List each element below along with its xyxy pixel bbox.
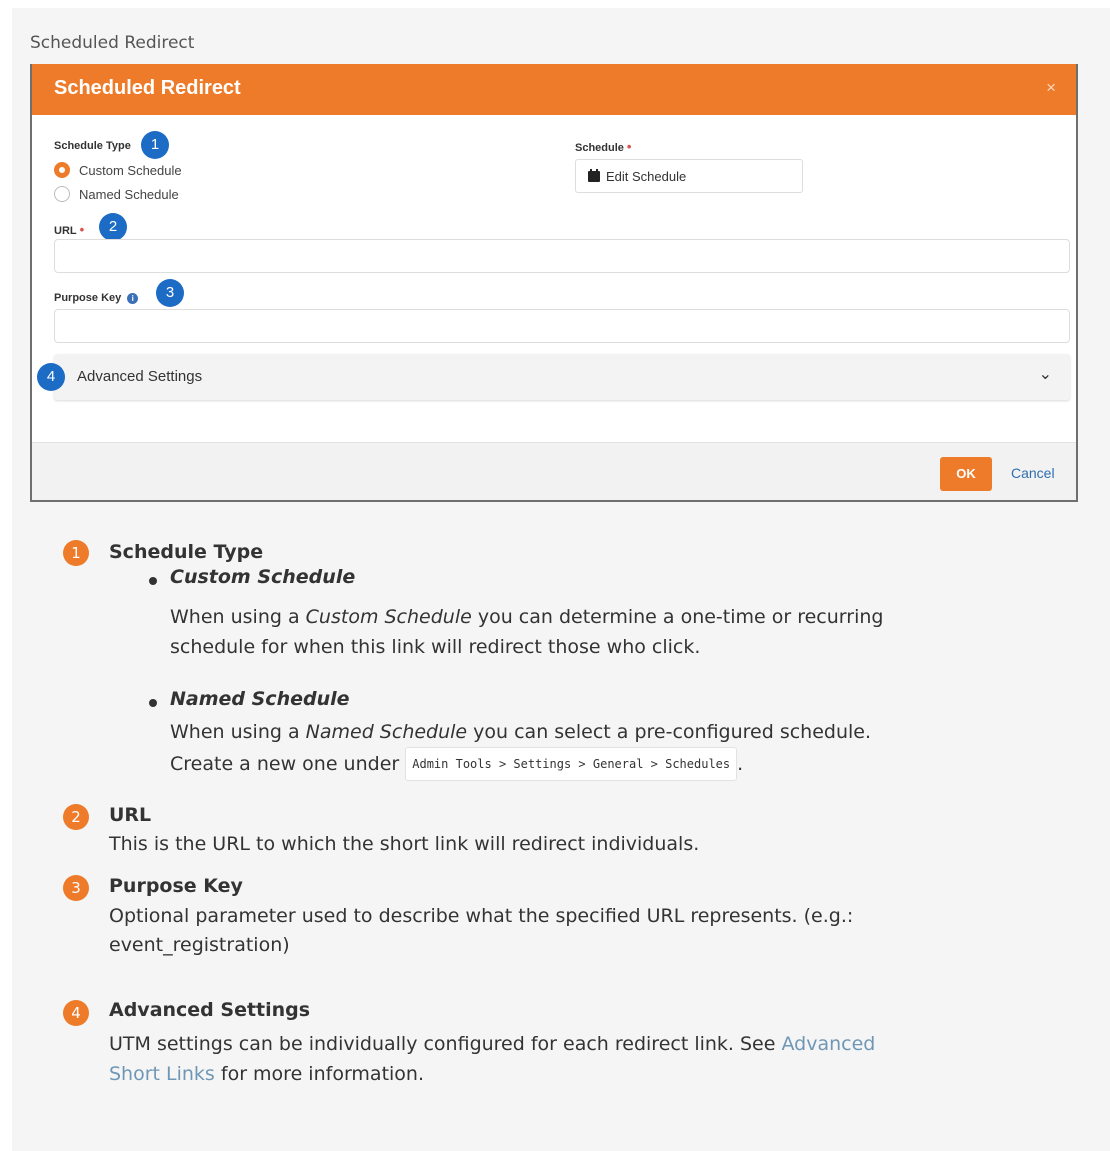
radio-checked-icon[interactable] [54, 162, 70, 178]
note-title-url: URL [109, 804, 152, 826]
bullet-title-named-schedule: Named Schedule [170, 688, 350, 710]
callout-2: 2 [99, 213, 127, 241]
named-schedule-line-2: Create a new one under Admin Tools > Set… [170, 747, 743, 781]
advanced-short-links-link[interactable]: Advanced [781, 1033, 875, 1055]
modal-title: Scheduled Redirect [54, 77, 241, 99]
modal-footer: OK Cancel [32, 442, 1076, 500]
url-description: This is the URL to which the short link … [109, 833, 700, 855]
url-label: URL • [54, 222, 85, 237]
radio-unchecked-icon[interactable] [54, 186, 70, 202]
radio-named-schedule-label: Named Schedule [79, 186, 179, 202]
named-schedule-line-1: When using a Named Schedule you can sele… [170, 721, 872, 743]
purpose-key-label: Purpose Key i [54, 292, 139, 304]
note-badge-2: 2 [63, 804, 89, 830]
purpose-key-description-line-2: event_registration) [109, 934, 290, 956]
callout-3: 3 [156, 279, 184, 307]
edit-schedule-button[interactable]: Edit Schedule [575, 159, 803, 193]
calendar-icon [588, 168, 600, 182]
callout-4: 4 [37, 363, 65, 391]
ok-button[interactable]: OK [940, 457, 992, 491]
advanced-short-links-link-cont[interactable]: Short Links [109, 1063, 215, 1085]
close-icon[interactable]: × [1046, 78, 1056, 98]
custom-schedule-line-2: schedule for when this link will redirec… [170, 636, 701, 658]
admin-path-code: Admin Tools > Settings > General > Sched… [405, 747, 738, 781]
purpose-key-description-line-1: Optional parameter used to describe what… [109, 905, 854, 927]
radio-custom-schedule-label: Custom Schedule [79, 162, 182, 178]
bullet-title-custom-schedule: Custom Schedule [170, 566, 356, 588]
required-indicator: • [626, 139, 632, 154]
cancel-link[interactable]: Cancel [1011, 465, 1055, 481]
edit-schedule-label: Edit Schedule [606, 168, 687, 184]
radio-named-schedule[interactable]: Named Schedule [54, 184, 179, 204]
advanced-description-line-1: UTM settings can be individually configu… [109, 1033, 876, 1055]
note-title-purpose-key: Purpose Key [109, 875, 243, 897]
radio-custom-schedule[interactable]: Custom Schedule [54, 160, 182, 180]
note-badge-3: 3 [63, 875, 89, 901]
callout-1: 1 [141, 131, 169, 159]
url-input[interactable] [54, 239, 1070, 273]
modal-header: Scheduled Redirect × [32, 64, 1076, 115]
required-indicator: • [79, 222, 85, 237]
advanced-settings-label: Advanced Settings [77, 368, 203, 385]
advanced-settings-panel[interactable]: Advanced Settings ⌄ [54, 354, 1070, 400]
advanced-description-line-2: Short Links for more information. [109, 1063, 425, 1085]
note-badge-4: 4 [63, 1000, 89, 1026]
purpose-key-input[interactable] [54, 309, 1070, 343]
custom-schedule-line-1: When using a Custom Schedule you can det… [170, 606, 884, 628]
bullet-icon [149, 699, 157, 707]
note-title-advanced-settings: Advanced Settings [109, 999, 311, 1021]
note-badge-1: 1 [63, 540, 89, 566]
info-icon[interactable]: i [127, 293, 139, 304]
bullet-icon [149, 577, 157, 585]
schedule-type-label: Schedule Type [54, 140, 131, 152]
modal-screenshot: Scheduled Redirect × Schedule Type 1 Cus… [30, 64, 1078, 502]
schedule-label: Schedule • [575, 139, 632, 154]
note-title-schedule-type: Schedule Type [109, 541, 264, 563]
chevron-down-icon[interactable]: ⌄ [1039, 364, 1052, 383]
screenshot-caption: Scheduled Redirect [30, 33, 195, 53]
